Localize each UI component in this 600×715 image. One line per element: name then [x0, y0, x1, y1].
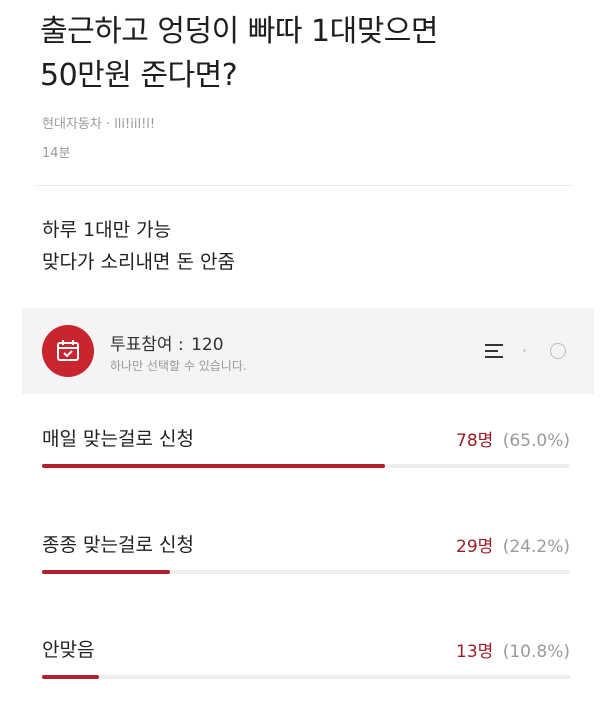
- poll-bar-track: [42, 675, 570, 679]
- post-title-line-2: 50만원 준다면?: [40, 58, 238, 93]
- poll-option-2[interactable]: 종종 맞는걸로 신청 29명 (24.2%): [42, 530, 570, 590]
- post-title: 출근하고 엉덩이 빠따 1대맞으면 50만원 준다면?: [40, 10, 580, 98]
- post-body: 하루 1대만 가능 맞다가 소리내면 돈 안줌: [42, 214, 235, 278]
- poll-bar-fill: [42, 570, 170, 574]
- poll-option-votes: 29명: [456, 537, 494, 557]
- radio-icon[interactable]: [550, 343, 566, 359]
- poll-option-votes: 13명: [456, 642, 494, 662]
- post-body-line-2: 맞다가 소리내면 돈 안줌: [42, 251, 235, 273]
- poll-participants-count: 120: [191, 335, 224, 355]
- poll-instruction: 하나만 선택할 수 있습니다.: [110, 359, 247, 373]
- poll-header: 투표참여 : 120 하나만 선택할 수 있습니다.: [22, 308, 594, 394]
- calendar-vote-icon: [42, 325, 94, 377]
- poll-option-percent: (24.2%): [502, 537, 570, 557]
- poll-option-result: 29명 (24.2%): [456, 532, 570, 557]
- post-title-line-1: 출근하고 엉덩이 빠따 1대맞으면: [40, 14, 439, 49]
- poll-option-result: 78명 (65.0%): [456, 426, 570, 451]
- poll-option-1[interactable]: 매일 맞는걸로 신청 78명 (65.0%): [42, 424, 570, 484]
- poll-participants-label: 투표참여 :: [110, 335, 184, 355]
- poll-option-label: 종종 맞는걸로 신청: [42, 534, 194, 556]
- post-author[interactable]: 현대자동차 · lli!iil!l!: [42, 113, 155, 132]
- poll-option-percent: (10.8%): [502, 642, 570, 662]
- poll-bar-track: [42, 570, 570, 574]
- post-time: 14분: [42, 146, 71, 161]
- poll-participants: 투표참여 : 120: [110, 330, 224, 355]
- poll-bar-track: [42, 464, 570, 468]
- poll-option-percent: (65.0%): [502, 431, 570, 451]
- poll-option-votes: 78명: [456, 431, 494, 451]
- poll-bar-fill: [42, 675, 100, 679]
- poll-option-label: 매일 맞는걸로 신청: [42, 428, 194, 450]
- poll-option-result: 13명 (10.8%): [456, 637, 570, 662]
- sort-icon[interactable]: [484, 342, 504, 360]
- post-body-line-1: 하루 1대만 가능: [42, 219, 172, 241]
- poll-bar-fill: [42, 464, 386, 468]
- divider: [36, 185, 574, 186]
- poll-option-label: 안맞음: [42, 639, 95, 661]
- poll-option-3[interactable]: 안맞음 13명 (10.8%): [42, 635, 570, 695]
- separator-dot-icon: [523, 349, 526, 352]
